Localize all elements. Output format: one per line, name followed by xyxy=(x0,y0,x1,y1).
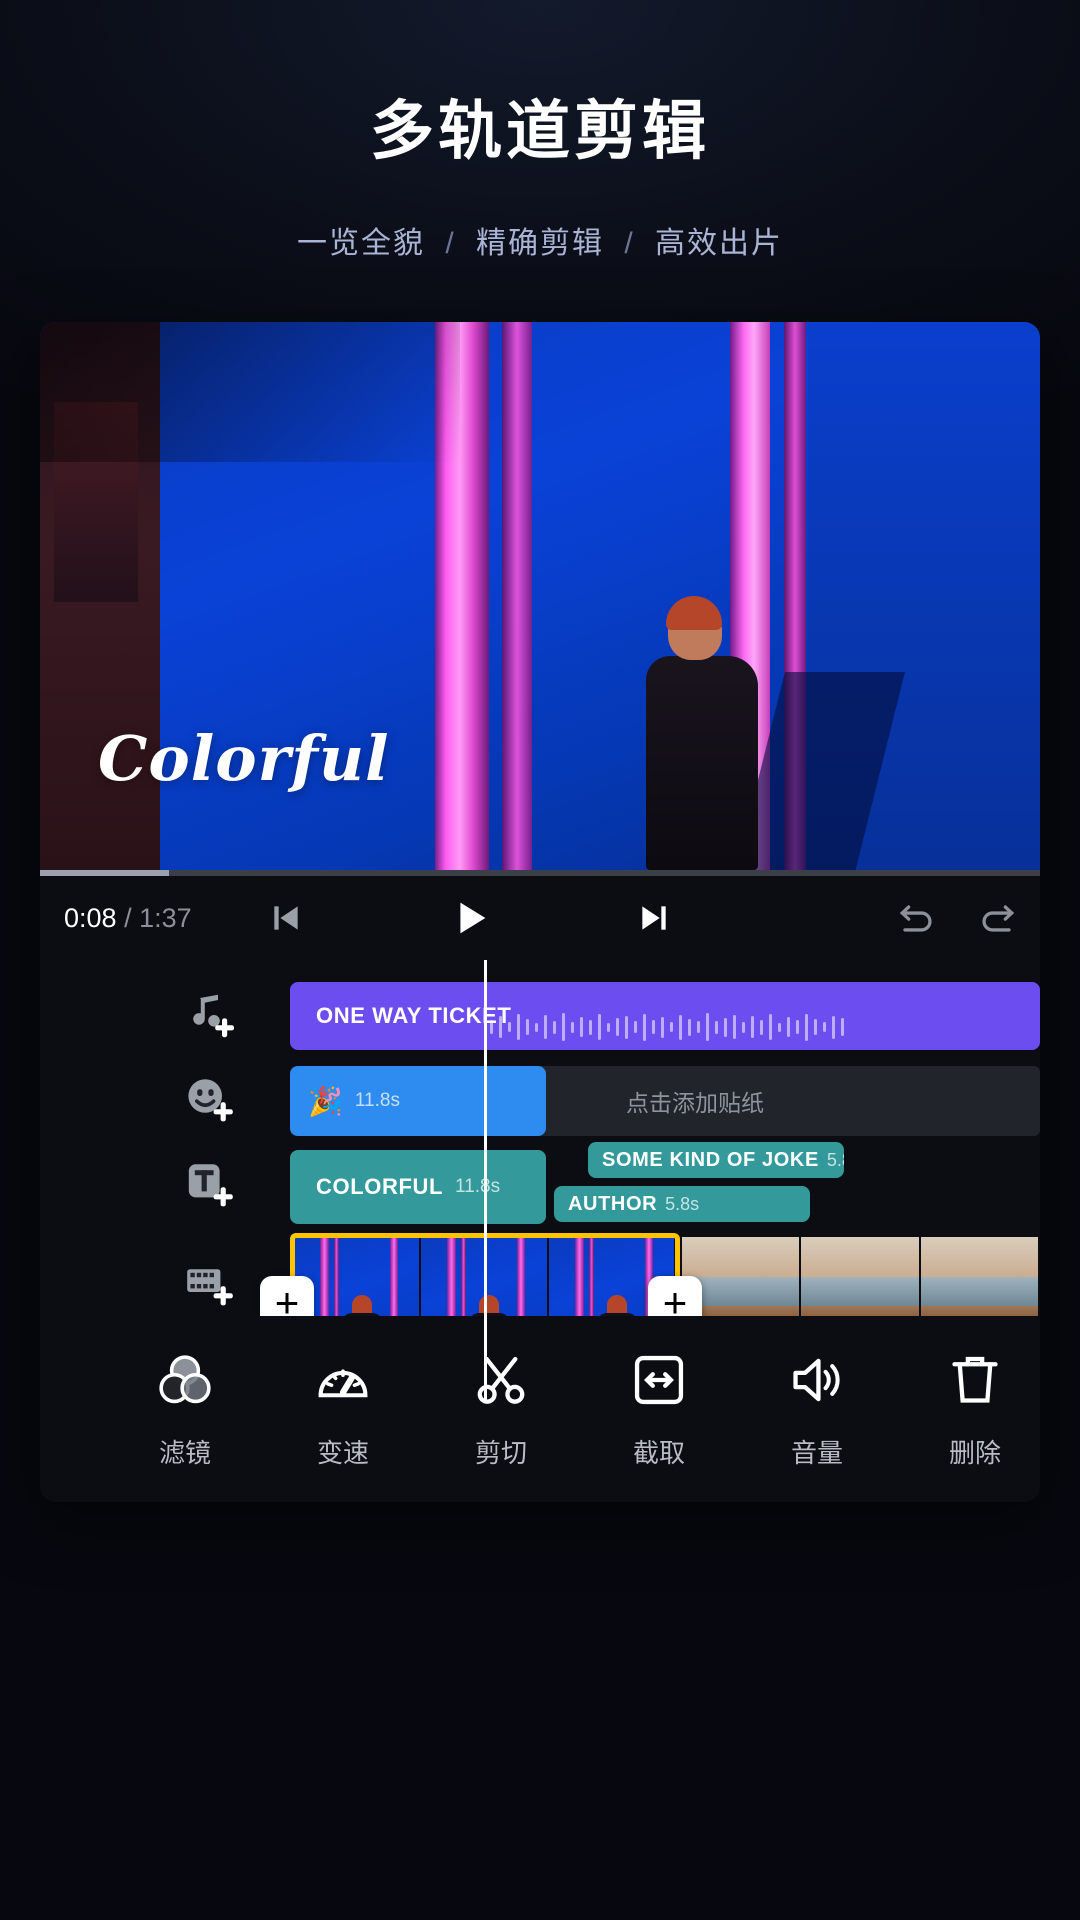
text-clip-author[interactable]: AUTHOR 5.8s xyxy=(554,1186,810,1222)
audio-lane[interactable]: ONE WAY TICKET xyxy=(248,982,1040,1050)
undo-icon xyxy=(899,905,932,932)
video-preview[interactable]: Colorful xyxy=(40,322,1040,870)
playhead[interactable] xyxy=(484,960,487,1400)
subtitle-part-1: 一览全貌 xyxy=(296,227,425,261)
speed-gauge-icon xyxy=(318,1368,368,1397)
total-time: 1:37 xyxy=(139,902,192,933)
skip-next-button[interactable] xyxy=(634,898,674,938)
text-clip-colorful[interactable]: COLORFUL 11.8s xyxy=(290,1150,546,1224)
page-header: 多轨道剪辑 一览全貌 / 精确剪辑 / 高效出片 xyxy=(0,0,1080,262)
time-separator: / xyxy=(124,902,132,933)
add-sticker-button[interactable] xyxy=(168,1068,248,1132)
add-text-button[interactable] xyxy=(168,1153,248,1217)
text-clip-joke[interactable]: SOME KIND OF JOKE 5.8s xyxy=(588,1142,844,1178)
film-add-icon xyxy=(187,1269,233,1306)
preview-watermark-text: Colorful xyxy=(98,722,390,795)
text-clip-duration: 5.8s xyxy=(826,1149,844,1170)
tool-crop[interactable]: 截取 xyxy=(580,1349,738,1470)
subtitle-part-2: 精确剪辑 xyxy=(476,227,604,261)
subtitle-separator-1: / xyxy=(445,227,456,261)
play-icon xyxy=(460,902,486,934)
audio-clip-label: ONE WAY TICKET xyxy=(316,1003,512,1028)
audio-clip[interactable]: ONE WAY TICKET xyxy=(290,982,1040,1050)
preview-shadow xyxy=(40,322,460,462)
add-audio-button[interactable] xyxy=(168,984,248,1048)
tool-speed[interactable]: 变速 xyxy=(264,1349,422,1470)
sticker-face-add-icon xyxy=(188,1079,233,1122)
current-time: 0:08 xyxy=(64,902,117,933)
tool-label: 截取 xyxy=(632,1437,685,1468)
redo-icon xyxy=(982,905,1015,932)
sticker-emoji: 🎉 xyxy=(308,1085,343,1117)
tool-label: 滤镜 xyxy=(158,1437,211,1468)
play-button[interactable] xyxy=(447,895,493,941)
text-clip-duration: 11.8s xyxy=(455,1176,501,1197)
filter-circles-icon xyxy=(159,1354,211,1403)
text-clip-duration: 5.8s xyxy=(665,1193,700,1214)
page-subtitle: 一览全貌 / 精确剪辑 / 高效出片 xyxy=(0,218,1080,262)
scissors-icon xyxy=(477,1356,525,1404)
add-video-button[interactable] xyxy=(168,1252,248,1316)
transport-bar: 0:08 / 1:37 xyxy=(40,876,1040,960)
promo-page: 多轨道剪辑 一览全貌 / 精确剪辑 / 高效出片 Colorful 0:08 /… xyxy=(0,0,1080,1920)
text-clip-label: AUTHOR xyxy=(568,1192,658,1215)
tool-label: 剪切 xyxy=(474,1437,527,1468)
tool-label: 变速 xyxy=(316,1437,369,1468)
trash-icon xyxy=(952,1356,998,1403)
tool-label: 删除 xyxy=(948,1437,1001,1468)
crop-resize-icon xyxy=(634,1355,684,1404)
audio-waveform xyxy=(490,1010,1040,1044)
tool-volume[interactable]: 音量 xyxy=(738,1349,896,1470)
redo-button[interactable] xyxy=(976,896,1020,940)
page-title: 多轨道剪辑 xyxy=(370,95,710,167)
tool-delete[interactable]: 删除 xyxy=(896,1349,1040,1470)
text-clip-label: SOME KIND OF JOKE xyxy=(602,1148,819,1171)
subtitle-separator-2: / xyxy=(624,227,635,261)
skip-previous-icon xyxy=(274,906,298,930)
app-screenshot-card: Colorful 0:08 / 1:37 ONE WAY TICKET 点击添加… xyxy=(40,322,1040,1502)
sticker-lane[interactable]: 点击添加贴纸 🎉 11.8s xyxy=(248,1066,1040,1136)
sticker-placeholder-label: 点击添加贴纸 xyxy=(626,1090,764,1116)
subtitle-part-3: 高效出片 xyxy=(655,227,784,261)
time-display: 0:08 / 1:37 xyxy=(64,903,192,934)
preview-pillar-2 xyxy=(502,322,532,870)
text-add-icon xyxy=(188,1164,233,1207)
text-clip-label: COLORFUL xyxy=(316,1174,444,1199)
music-note-add-icon xyxy=(193,994,234,1038)
tool-label: 音量 xyxy=(790,1437,843,1468)
sticker-clip-duration: 11.8s xyxy=(354,1090,400,1111)
preview-subject-person xyxy=(640,596,905,870)
skip-previous-button[interactable] xyxy=(266,898,306,938)
volume-icon xyxy=(793,1358,840,1401)
editor-toolbar: 滤镜 变速 剪切 截取 音量 删除 xyxy=(40,1316,1040,1502)
tool-filter[interactable]: 滤镜 xyxy=(106,1349,264,1470)
undo-button[interactable] xyxy=(894,896,938,940)
text-lane[interactable]: COLORFUL 11.8s SOME KIND OF JOKE 5.8s AU… xyxy=(248,1142,1040,1224)
skip-next-icon xyxy=(642,906,666,930)
tool-cut[interactable]: 剪切 xyxy=(422,1349,580,1470)
sticker-clip[interactable]: 🎉 11.8s xyxy=(290,1066,546,1136)
